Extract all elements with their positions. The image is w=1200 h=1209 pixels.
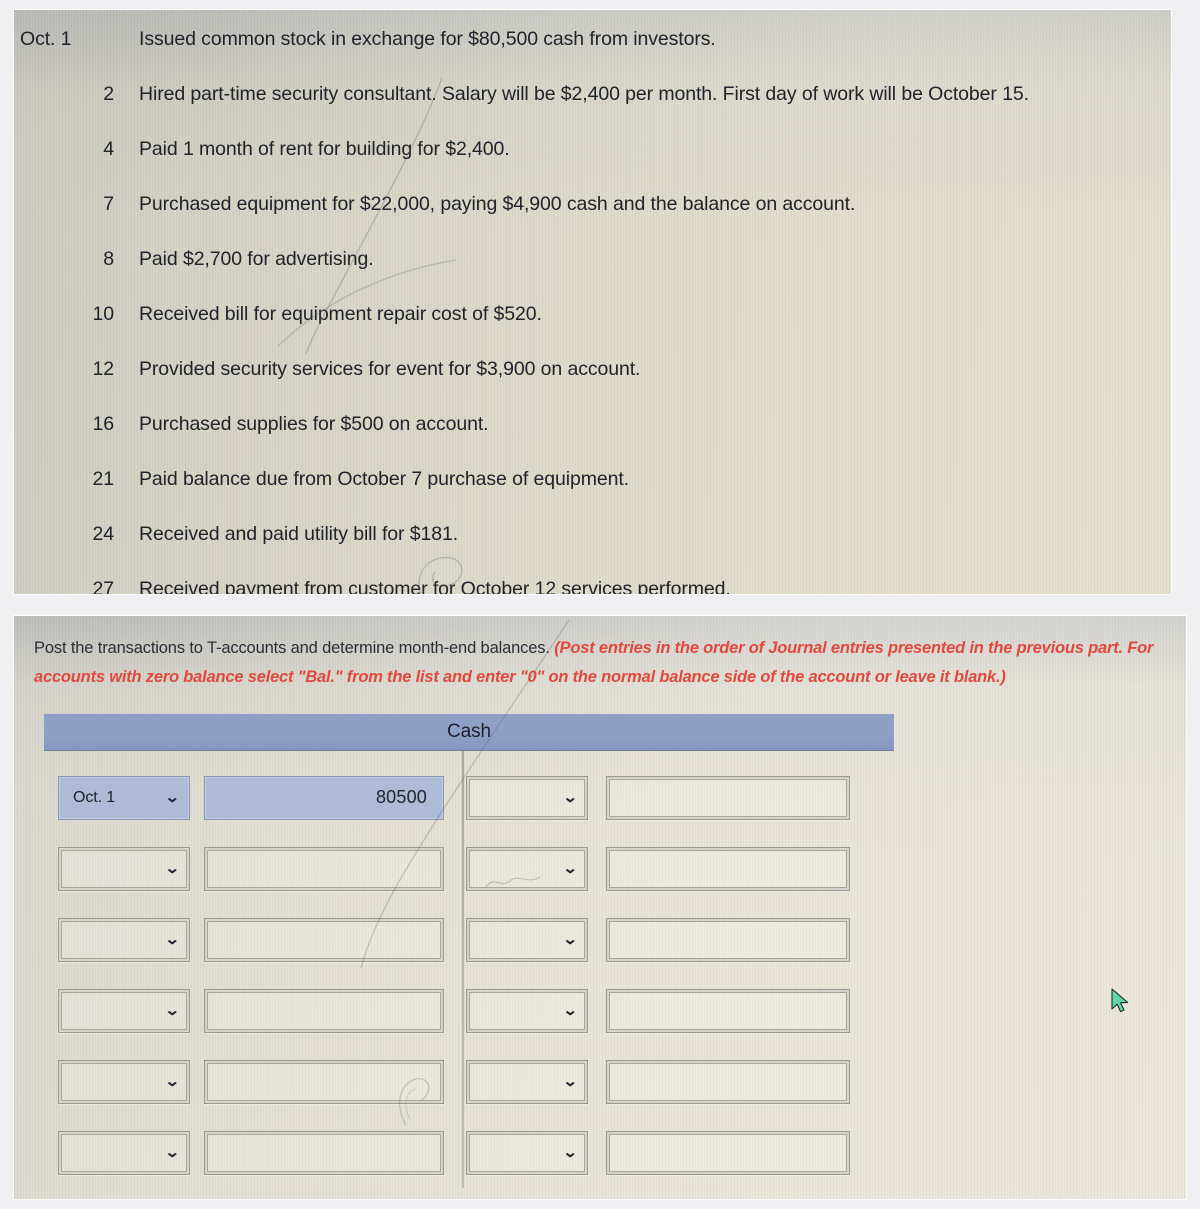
debit-date-dropdown[interactable]: ⌄ [58, 917, 190, 962]
t-account-form-panel: Post the transactions to T-accounts and … [14, 616, 1186, 1199]
debit-date-dropdown[interactable]: ⌄ [58, 1059, 190, 1104]
credit-side: ⌄ [444, 775, 876, 820]
debit-side: ⌄ [44, 1059, 444, 1104]
transaction-row: Oct. 1 Issued common stock in exchange f… [14, 28, 1171, 83]
chevron-down-icon: ⌄ [164, 1073, 181, 1090]
chevron-down-icon: ⌄ [164, 789, 181, 806]
transaction-date: 16 [92, 413, 115, 435]
debit-amount-input[interactable] [204, 1059, 444, 1104]
transaction-date: 7 [103, 193, 114, 215]
chevron-down-icon: ⌄ [164, 931, 181, 948]
chevron-down-icon: ⌄ [164, 1144, 181, 1161]
transaction-description: Paid 1 month of rent for building for $2… [139, 138, 510, 160]
debit-side: ⌄ [44, 1130, 444, 1175]
credit-side: ⌄ [444, 846, 876, 891]
credit-date-dropdown[interactable]: ⌄ [466, 775, 588, 820]
transaction-description: Hired part-time security consultant. Sal… [139, 83, 1029, 105]
debit-date-dropdown[interactable]: Oct. 1 ⌄ [58, 775, 190, 820]
debit-amount-value: 80500 [375, 787, 427, 807]
transaction-row: 7 Purchased equipment for $22,000, payin… [14, 193, 1171, 248]
t-account-row: ⌄ ⌄ [44, 975, 894, 1046]
t-account-body: Oct. 1 ⌄ 80500 ⌄ ⌄ ⌄ ⌄ ⌄ ⌄ ⌄ ⌄ ⌄ ⌄ ⌄ [44, 751, 894, 1188]
debit-amount-input[interactable] [204, 846, 444, 891]
debit-amount-input[interactable] [204, 1130, 444, 1175]
chevron-down-icon: ⌄ [562, 1144, 579, 1161]
instructions-plain: Post the transactions to T-accounts and … [34, 639, 555, 657]
debit-amount-input[interactable] [204, 988, 444, 1033]
debit-date-dropdown[interactable]: ⌄ [58, 988, 190, 1033]
transaction-description: Received bill for equipment repair cost … [139, 303, 542, 325]
transaction-row: 27 Received payment from customer for Oc… [14, 578, 1171, 594]
transaction-date: 4 [103, 138, 114, 160]
transaction-description: Paid $2,700 for advertising. [139, 248, 374, 270]
debit-side: Oct. 1 ⌄ 80500 [44, 775, 444, 820]
transaction-row: 10 Received bill for equipment repair co… [14, 303, 1171, 358]
transaction-date: Oct. 1 [20, 28, 72, 50]
credit-amount-input[interactable] [606, 1130, 850, 1175]
credit-side: ⌄ [444, 1059, 876, 1104]
transaction-row: 16 Purchased supplies for $500 on accoun… [14, 413, 1171, 468]
t-account-row: ⌄ ⌄ [44, 904, 894, 975]
debit-side: ⌄ [44, 988, 444, 1033]
debit-date-dropdown[interactable]: ⌄ [58, 846, 190, 891]
transaction-row: 12 Provided security services for event … [14, 358, 1171, 413]
chevron-down-icon: ⌄ [562, 1073, 579, 1090]
debit-side: ⌄ [44, 846, 444, 891]
transaction-row: 2 Hired part-time security consultant. S… [14, 83, 1171, 138]
credit-amount-input[interactable] [606, 988, 850, 1033]
transaction-row: 4 Paid 1 month of rent for building for … [14, 138, 1171, 193]
credit-side: ⌄ [444, 917, 876, 962]
credit-date-dropdown[interactable]: ⌄ [466, 988, 588, 1033]
transaction-description: Received and paid utility bill for $181. [139, 523, 459, 545]
transaction-date: 8 [103, 248, 114, 270]
transaction-description: Purchased equipment for $22,000, paying … [139, 193, 856, 215]
transaction-list: Oct. 1 Issued common stock in exchange f… [14, 10, 1171, 594]
debit-date-value: Oct. 1 [73, 788, 116, 806]
transaction-date: 2 [103, 83, 114, 105]
credit-amount-input[interactable] [606, 846, 850, 891]
t-account-title: Cash [447, 721, 491, 742]
transaction-list-panel: Oct. 1 Issued common stock in exchange f… [14, 10, 1171, 594]
transaction-description: Provided security services for event for… [139, 358, 641, 380]
t-account-row: Oct. 1 ⌄ 80500 ⌄ [44, 762, 894, 833]
transaction-description: Purchased supplies for $500 on account. [139, 413, 489, 435]
debit-date-dropdown[interactable]: ⌄ [58, 1130, 190, 1175]
t-account-row: ⌄ ⌄ [44, 1117, 894, 1188]
t-account-cash: Cash Oct. 1 ⌄ 80500 ⌄ ⌄ ⌄ ⌄ ⌄ ⌄ ⌄ ⌄ ⌄ ⌄ … [44, 714, 894, 1188]
transaction-date: 21 [92, 468, 115, 490]
credit-side: ⌄ [444, 988, 876, 1033]
transaction-description: Issued common stock in exchange for $80,… [139, 28, 716, 50]
transaction-description: Received payment from customer for Octob… [139, 578, 731, 594]
t-account-row: ⌄ ⌄ [44, 1046, 894, 1117]
credit-date-dropdown[interactable]: ⌄ [466, 1059, 588, 1104]
instructions-text: Post the transactions to T-accounts and … [14, 616, 1186, 692]
transaction-date: 12 [92, 358, 115, 380]
transaction-row: 21 Paid balance due from October 7 purch… [14, 468, 1171, 523]
credit-date-dropdown[interactable]: ⌄ [466, 1130, 588, 1175]
transaction-description: Paid balance due from October 7 purchase… [139, 468, 629, 490]
debit-side: ⌄ [44, 917, 444, 962]
credit-amount-input[interactable] [606, 917, 850, 962]
credit-date-dropdown[interactable]: ⌄ [466, 917, 588, 962]
debit-amount-input[interactable]: 80500 [204, 775, 444, 820]
t-account-header: Cash [44, 714, 894, 751]
t-account-row: ⌄ ⌄ [44, 833, 894, 904]
chevron-down-icon: ⌄ [562, 789, 579, 806]
transaction-date: 24 [92, 523, 115, 545]
chevron-down-icon: ⌄ [164, 1002, 181, 1019]
transaction-date: 27 [92, 578, 115, 594]
credit-side: ⌄ [444, 1130, 876, 1175]
transaction-row: 24 Received and paid utility bill for $1… [14, 523, 1171, 578]
chevron-down-icon: ⌄ [562, 1002, 579, 1019]
transaction-date: 10 [92, 303, 115, 325]
transaction-row: 8 Paid $2,700 for advertising. [14, 248, 1171, 303]
credit-date-dropdown[interactable]: ⌄ [466, 846, 588, 891]
chevron-down-icon: ⌄ [164, 860, 181, 877]
chevron-down-icon: ⌄ [562, 931, 579, 948]
chevron-down-icon: ⌄ [562, 860, 579, 877]
credit-amount-input[interactable] [606, 775, 850, 820]
debit-amount-input[interactable] [204, 917, 444, 962]
credit-amount-input[interactable] [606, 1059, 850, 1104]
